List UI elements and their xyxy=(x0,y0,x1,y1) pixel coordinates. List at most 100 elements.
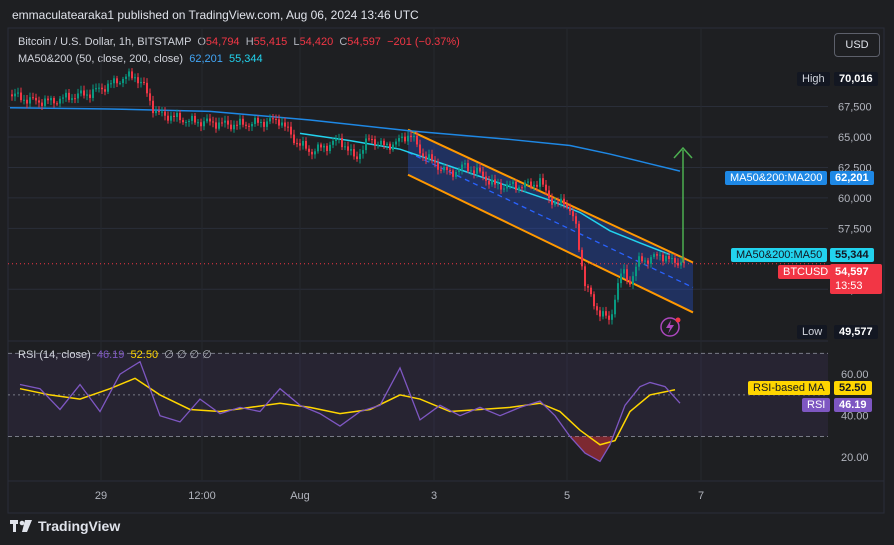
candle-body xyxy=(563,198,565,205)
candle-body xyxy=(611,314,613,320)
candle-body xyxy=(443,166,445,171)
footer: TradingView xyxy=(10,518,120,534)
candle-body xyxy=(224,120,226,123)
candle-body xyxy=(221,122,223,124)
candle-body xyxy=(662,254,664,262)
candle-body xyxy=(518,187,520,190)
candle-body xyxy=(11,94,13,97)
candle-body xyxy=(137,77,139,84)
candle-body xyxy=(377,144,379,146)
candle-body xyxy=(14,93,16,97)
candle-body xyxy=(500,183,502,190)
candle-body xyxy=(194,115,196,123)
candle-body xyxy=(314,151,316,155)
candle-body xyxy=(125,76,127,79)
bar-countdown: 13:53 xyxy=(835,280,863,292)
candle-body xyxy=(38,100,40,103)
candle-body xyxy=(167,115,169,121)
candle-body xyxy=(74,98,76,100)
candle-body xyxy=(530,181,532,187)
candle-body xyxy=(644,260,646,262)
candle-body xyxy=(653,254,655,258)
footer-brand[interactable]: TradingView xyxy=(38,518,120,534)
candle-body xyxy=(50,98,52,101)
candle-body xyxy=(197,122,199,124)
candle-body xyxy=(638,256,640,267)
candle-body xyxy=(62,97,64,99)
candle-body xyxy=(506,184,508,189)
candle-body xyxy=(488,180,490,185)
candle-body xyxy=(440,169,442,171)
candle-body xyxy=(632,276,634,285)
rsi-value: 46.19 xyxy=(96,349,125,361)
candle-body xyxy=(218,122,220,129)
candle-body xyxy=(389,143,391,150)
candle-body xyxy=(128,71,130,77)
candle-body xyxy=(380,140,382,145)
btc-price-tag: 54,597 13:53 xyxy=(830,264,882,294)
candle-body xyxy=(299,143,301,146)
candle-body xyxy=(455,171,457,177)
candle-body xyxy=(605,311,607,316)
channel-fill xyxy=(408,129,693,313)
candle-body xyxy=(368,138,370,140)
candle-body xyxy=(257,117,259,123)
candle-body xyxy=(392,144,394,150)
rsi-ma-value: 52.50 xyxy=(130,349,159,361)
candle-body xyxy=(161,111,163,113)
candle-body xyxy=(353,149,355,157)
candle-body xyxy=(17,92,19,94)
candle-body xyxy=(320,144,322,148)
candle-body xyxy=(212,121,214,123)
rsi-extra-values: ∅ ∅ ∅ ∅ xyxy=(164,349,212,361)
price-tick-label: 65,000 xyxy=(838,132,872,144)
price-chart[interactable]: 67,50065,00062,50060,00057,50052,50060.0… xyxy=(0,0,894,545)
candle-body xyxy=(173,115,175,118)
candle-body xyxy=(659,254,661,256)
ma200-tag: MA50&200:MA200 xyxy=(725,171,828,185)
candle-body xyxy=(515,181,517,190)
rsi-ma-tag: RSI-based MA xyxy=(748,381,830,395)
candle-body xyxy=(200,122,202,127)
tradingview-logo-icon xyxy=(10,520,32,532)
candle-body xyxy=(677,262,679,266)
low-tag-value: 49,577 xyxy=(834,325,878,339)
candle-body xyxy=(71,98,73,100)
candle-body xyxy=(344,146,346,148)
candle-body xyxy=(425,156,427,160)
candle-body xyxy=(569,207,571,212)
candle-body xyxy=(113,78,115,84)
candle-body xyxy=(341,138,343,148)
candle-body xyxy=(617,283,619,300)
candle-body xyxy=(281,122,283,126)
candle-body xyxy=(482,171,484,177)
candle-body xyxy=(101,87,103,90)
ma50-tag-value: 55,344 xyxy=(830,248,874,262)
rsi-indicator-name[interactable]: RSI (14, close) xyxy=(18,349,91,361)
candle-body xyxy=(233,124,235,130)
candle-body xyxy=(584,266,586,287)
candle-body xyxy=(665,255,667,262)
candle-body xyxy=(413,135,415,138)
candle-body xyxy=(77,93,79,99)
candle-body xyxy=(164,111,166,116)
candle-body xyxy=(308,148,310,152)
candle-body xyxy=(398,138,400,142)
rsi-tick-label: 60.00 xyxy=(841,369,869,381)
candle-body xyxy=(602,311,604,317)
candle-body xyxy=(32,97,34,99)
candle-body xyxy=(275,118,277,120)
candle-body xyxy=(209,118,211,122)
candle-body xyxy=(608,315,610,320)
candle-body xyxy=(347,146,349,151)
candle-body xyxy=(158,111,160,113)
candle-body xyxy=(188,120,190,122)
candle-body xyxy=(593,294,595,307)
candle-body xyxy=(485,176,487,181)
candle-body xyxy=(551,198,553,205)
candle-body xyxy=(134,77,136,79)
rsi-legend: RSI (14, close) 46.19 52.50 ∅ ∅ ∅ ∅ xyxy=(18,348,212,361)
candle-body xyxy=(23,99,25,101)
candle-body xyxy=(170,115,172,121)
candle-body xyxy=(254,117,256,124)
